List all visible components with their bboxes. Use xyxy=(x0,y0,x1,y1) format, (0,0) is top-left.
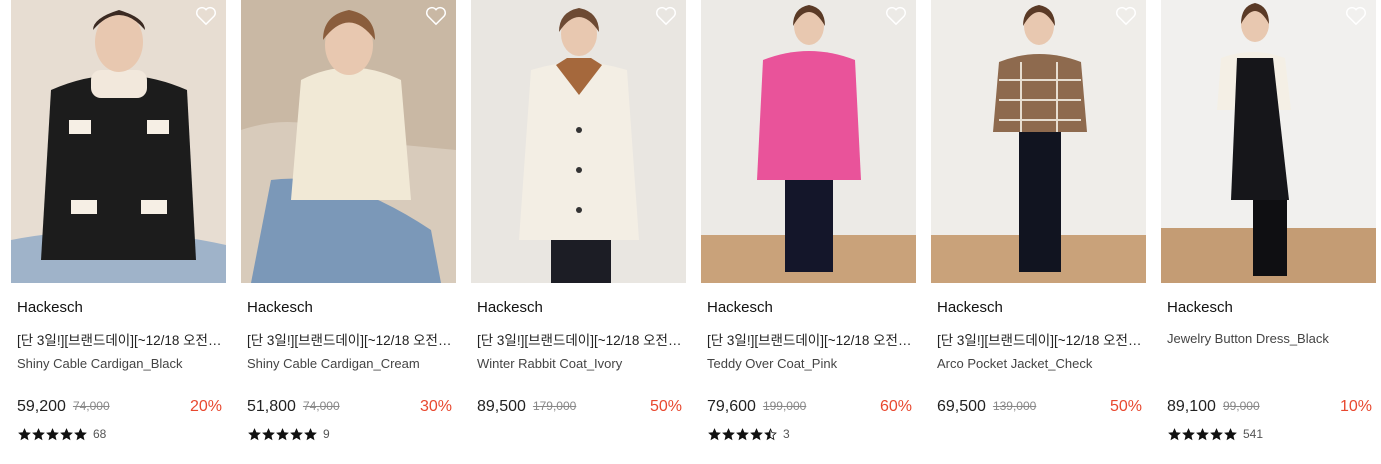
discount-rate: 10% xyxy=(1339,398,1372,415)
heart-outline-icon[interactable] xyxy=(425,6,447,26)
star-rating xyxy=(708,427,777,441)
product-name[interactable]: Shiny Cable Cardigan_Cream xyxy=(247,356,420,371)
product-card[interactable]: Hackesch [단 3일!][브랜드데이][~12/18 오전 10시] S… xyxy=(241,0,456,464)
rating: 3 xyxy=(708,427,790,441)
product-name[interactable]: Teddy Over Coat_Pink xyxy=(707,356,837,371)
product-card[interactable]: Hackesch [단 3일!][브랜드데이][~12/18 오전 10시] W… xyxy=(471,0,686,464)
star-rating xyxy=(1168,427,1237,441)
price-block: 59,200 74,000 xyxy=(17,398,110,416)
review-count: 9 xyxy=(323,427,330,441)
sale-price: 89,100 xyxy=(1167,398,1216,415)
brand-name[interactable]: Hackesch xyxy=(477,299,543,316)
original-price: 199,000 xyxy=(762,399,807,413)
discount-rate: 50% xyxy=(1109,398,1142,415)
promo-text[interactable]: [단 3일!][브랜드데이][~12/18 오전 10시] xyxy=(17,329,222,349)
product-image[interactable] xyxy=(701,0,916,283)
discount-rate: 60% xyxy=(879,398,912,415)
star-icon xyxy=(1168,427,1181,440)
review-count: 3 xyxy=(783,427,790,441)
promo-text[interactable]: [단 3일!][브랜드데이][~12/18 오전 10시] xyxy=(937,329,1142,349)
star-rating xyxy=(248,427,317,441)
star-icon xyxy=(74,427,87,440)
star-icon xyxy=(750,427,763,440)
promo-text[interactable]: [단 3일!][브랜드데이][~12/18 오전 10시] xyxy=(247,329,452,349)
star-icon xyxy=(46,427,59,440)
product-card[interactable]: Hackesch [단 3일!][브랜드데이][~12/18 오전 10시] S… xyxy=(11,0,226,464)
rating: 9 xyxy=(248,427,330,441)
product-image[interactable] xyxy=(471,0,686,283)
sale-price: 89,500 xyxy=(477,398,526,415)
star-icon xyxy=(1224,427,1237,440)
star-icon xyxy=(1182,427,1195,440)
star-icon xyxy=(708,427,721,440)
star-icon xyxy=(290,427,303,440)
heart-outline-icon[interactable] xyxy=(885,6,907,26)
original-price: 74,000 xyxy=(72,399,110,413)
product-card[interactable]: Hackesch [단 3일!][브랜드데이][~12/18 오전 10시] A… xyxy=(931,0,1146,464)
star-icon xyxy=(764,427,777,440)
star-icon xyxy=(276,427,289,440)
original-price: 99,000 xyxy=(1222,399,1260,413)
price-block: 51,800 74,000 xyxy=(247,398,340,416)
brand-name[interactable]: Hackesch xyxy=(937,299,1003,316)
product-grid: Hackesch [단 3일!][브랜드데이][~12/18 오전 10시] S… xyxy=(0,0,1381,464)
product-image[interactable] xyxy=(1161,0,1376,283)
sale-price: 51,800 xyxy=(247,398,296,415)
review-count: 541 xyxy=(1243,427,1264,441)
brand-name[interactable]: Hackesch xyxy=(707,299,773,316)
star-rating xyxy=(18,427,87,441)
star-icon xyxy=(722,427,735,440)
product-name[interactable]: Winter Rabbit Coat_Ivory xyxy=(477,356,622,371)
product-image[interactable] xyxy=(931,0,1146,283)
star-icon xyxy=(1210,427,1223,440)
original-price: 74,000 xyxy=(302,399,340,413)
product-card[interactable]: Hackesch [단 3일!][브랜드데이][~12/18 오전 10시] T… xyxy=(701,0,916,464)
star-icon xyxy=(60,427,73,440)
rating: 68 xyxy=(18,427,106,441)
product-name[interactable]: Arco Pocket Jacket_Check xyxy=(937,356,1092,371)
price-block: 89,500 179,000 xyxy=(477,398,576,416)
review-count: 68 xyxy=(93,427,107,441)
discount-rate: 20% xyxy=(189,398,222,415)
product-name[interactable]: Jewelry Button Dress_Black xyxy=(1167,331,1329,346)
star-icon xyxy=(32,427,45,440)
price-block: 89,100 99,000 xyxy=(1167,398,1260,416)
price-block: 69,500 139,000 xyxy=(937,398,1036,416)
product-name[interactable]: Shiny Cable Cardigan_Black xyxy=(17,356,182,371)
discount-rate: 50% xyxy=(649,398,682,415)
sale-price: 59,200 xyxy=(17,398,66,415)
product-image[interactable] xyxy=(241,0,456,283)
brand-name[interactable]: Hackesch xyxy=(247,299,313,316)
sale-price: 79,600 xyxy=(707,398,756,415)
heart-outline-icon[interactable] xyxy=(655,6,677,26)
heart-outline-icon[interactable] xyxy=(195,6,217,26)
original-price: 139,000 xyxy=(992,399,1037,413)
star-icon xyxy=(262,427,275,440)
star-icon xyxy=(736,427,749,440)
product-image[interactable] xyxy=(11,0,226,283)
brand-name[interactable]: Hackesch xyxy=(17,299,83,316)
discount-rate: 30% xyxy=(419,398,452,415)
product-card[interactable]: Hackesch Jewelry Button Dress_Black 89,1… xyxy=(1161,0,1376,464)
brand-name[interactable]: Hackesch xyxy=(1167,299,1233,316)
promo-text[interactable]: [단 3일!][브랜드데이][~12/18 오전 10시] xyxy=(707,329,912,349)
star-icon xyxy=(1196,427,1209,440)
promo-text[interactable]: [단 3일!][브랜드데이][~12/18 오전 10시] xyxy=(477,329,682,349)
original-price: 179,000 xyxy=(532,399,577,413)
star-icon xyxy=(304,427,317,440)
price-block: 79,600 199,000 xyxy=(707,398,806,416)
sale-price: 69,500 xyxy=(937,398,986,415)
rating: 541 xyxy=(1168,427,1263,441)
star-icon xyxy=(248,427,261,440)
heart-outline-icon[interactable] xyxy=(1345,6,1367,26)
star-icon xyxy=(18,427,31,440)
heart-outline-icon[interactable] xyxy=(1115,6,1137,26)
